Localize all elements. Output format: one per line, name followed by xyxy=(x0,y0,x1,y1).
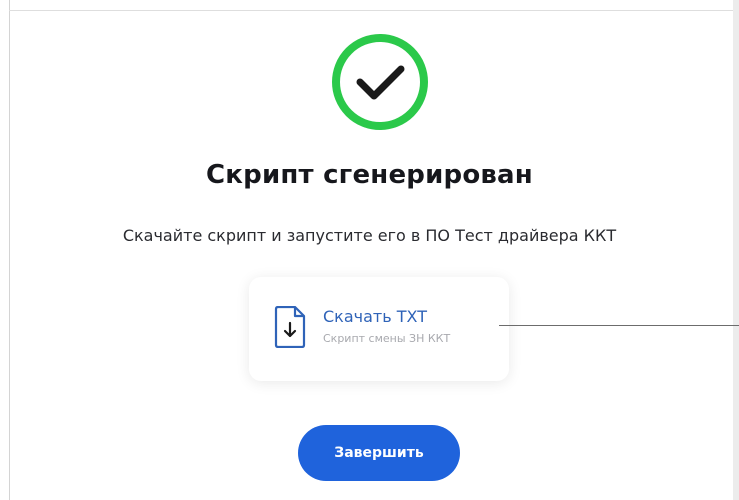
screen: Скрипт сгенерирован Скачайте скрипт и за… xyxy=(0,0,739,500)
finish-button[interactable]: Завершить xyxy=(298,425,460,481)
page-subtitle: Скачайте скрипт и запустите его в ПО Тес… xyxy=(122,226,617,245)
window-border-left xyxy=(9,0,10,500)
download-description: Скрипт смены ЗН ККТ xyxy=(323,332,451,345)
window-border-top xyxy=(9,10,739,11)
page-title: Скрипт сгенерирован xyxy=(206,160,533,190)
file-download-icon xyxy=(274,306,306,348)
scrollbar-track xyxy=(733,0,739,500)
annotation-line xyxy=(499,325,739,326)
download-txt-link[interactable]: Скачать TXT xyxy=(323,307,427,326)
check-circle-icon xyxy=(332,34,428,130)
download-txt-card[interactable]: Скачать TXT Скрипт смены ЗН ККТ xyxy=(249,277,509,381)
